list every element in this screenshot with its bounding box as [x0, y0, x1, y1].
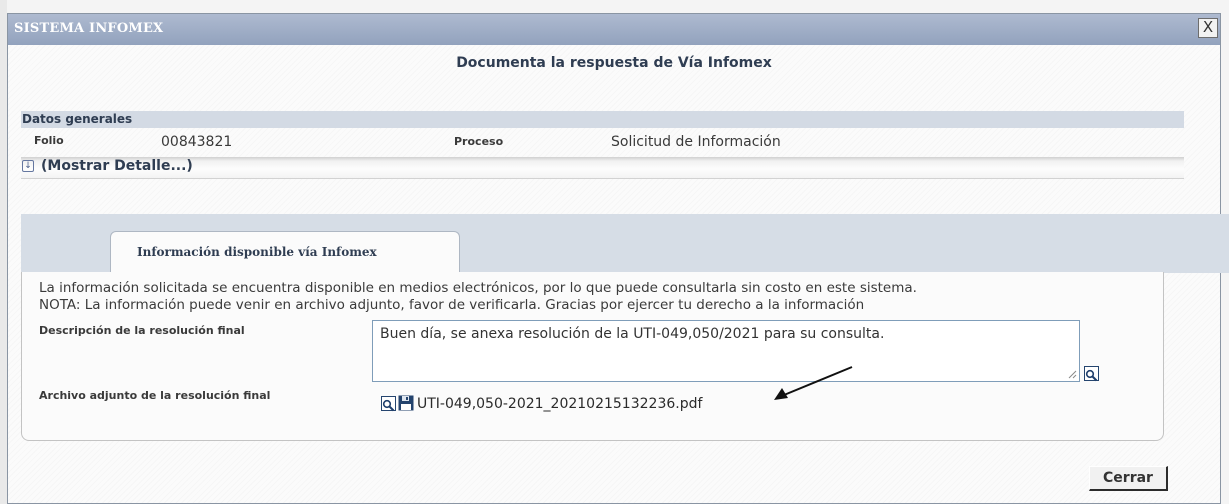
cerrar-button[interactable]: Cerrar [1089, 466, 1168, 491]
description-magnifier-icon[interactable] [1084, 366, 1099, 382]
tabs-bar: Información disponible vía Infomex [21, 214, 1229, 273]
attachment-file-link[interactable]: UTI-049,050-2021_20210215132236.pdf [417, 396, 702, 412]
general-data-title: Datos generales [22, 112, 133, 126]
description-textarea[interactable]: Buen día, se anexa resolución de la UTI-… [372, 320, 1080, 382]
infomex-dialog: SISTEMA INFOMEX X Documenta la respuesta… [7, 13, 1229, 504]
dialog-title: SISTEMA INFOMEX [14, 21, 164, 36]
page-edge [0, 0, 7, 504]
description-label: Descripción de la resolución final [39, 324, 245, 337]
resize-grip-icon[interactable] [1068, 370, 1077, 379]
folio-label: Folio [34, 134, 64, 147]
tab-label: Información disponible vía Infomex [137, 245, 377, 259]
proceso-label: Proceso [454, 135, 504, 148]
info-text: La información solicitada se encuentra d… [39, 280, 917, 296]
show-detail-link[interactable]: (Mostrar Detalle...) [41, 158, 193, 174]
show-detail-toggle[interactable]: ↓ (Mostrar Detalle...) [21, 157, 1184, 179]
description-value: Buen día, se anexa resolución de la UTI-… [380, 326, 885, 342]
tab-informacion-disponible[interactable]: Información disponible vía Infomex [110, 231, 460, 273]
close-button[interactable]: X [1198, 18, 1218, 38]
note-text: NOTA: La información puede venir en arch… [39, 297, 865, 313]
folio-value: 00843821 [161, 134, 233, 150]
attachment-magnifier-icon[interactable] [381, 396, 396, 412]
annotation-arrow [774, 366, 853, 400]
general-data-header: Datos generales [21, 111, 1184, 128]
proceso-value: Solicitud de Información [611, 134, 781, 150]
page-title: Documenta la respuesta de Vía Infomex [456, 55, 772, 71]
save-disk-icon[interactable] [398, 395, 414, 411]
double-chevron-down-icon[interactable]: ↓ [22, 160, 34, 172]
dialog-titlebar: SISTEMA INFOMEX [8, 14, 1220, 45]
attachment-label: Archivo adjunto de la resolución final [39, 389, 271, 402]
